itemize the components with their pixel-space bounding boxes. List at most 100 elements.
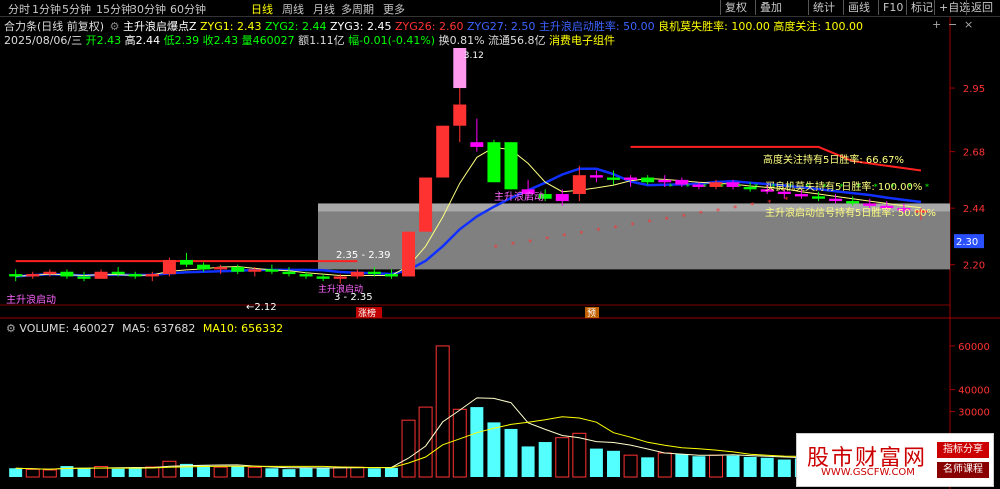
volume-axis-label: 40000 [958,386,990,397]
info-line-2: 2025/08/06/三 开2.43 高2.44 低2.39 收2.43 量46… [4,32,615,48]
gear-icon[interactable]: ⚙ [6,322,16,335]
volume-bar [213,466,228,478]
volume-bar [9,468,23,477]
volume-bar [60,466,74,477]
sar-dot: * [511,241,515,250]
candle-body [419,177,433,232]
sar-dot: * [545,235,549,244]
candle-body [333,276,347,279]
ma5-label: MA5: 637682 [122,322,196,335]
candle-body [265,269,279,272]
candle-body [607,177,620,180]
sar-dot: * [579,229,583,238]
candle-body [60,271,74,277]
volume-axis-label: 30000 [958,407,990,418]
green-dot: * [737,182,741,191]
ma10-label: MA10: 656332 [202,322,284,335]
zoom-in-icon[interactable]: + [932,18,941,31]
sector-link[interactable]: 消费电子组件 [549,34,615,47]
watermark-tag-2: 名师课程 [937,462,989,478]
candle-body [350,271,364,277]
sar-dot: * [528,238,532,247]
candle-body [316,276,330,279]
volume-bar [384,467,398,477]
sar-dot: * [784,195,788,204]
peak-label: 3.12 [464,51,484,61]
candle-body [624,177,638,180]
candle-body [145,274,159,277]
price-axis-label: 2.20 [963,261,985,272]
candle-body [811,196,825,199]
candle-body [197,264,211,270]
volume-bar [299,467,313,477]
chart-canvas[interactable]: 2.95 2.68 2.44 2.20 2.30 3.12 * * * * * * * * * * * * * * * *… [0,0,1000,489]
current-price-label: 2.30 [956,237,978,248]
sar-dot: * [699,210,703,219]
volume-bar [504,428,518,477]
volume-bar [350,466,365,478]
volume-bar [25,468,40,478]
volume-bar [521,446,535,477]
volume-bar [111,468,125,477]
float-value: 流通56.8亿 [488,34,546,47]
volume-bar [42,469,57,478]
volume-bar [692,456,706,477]
volume-bar [401,419,416,478]
candle-body [77,276,91,279]
candle-body [111,271,125,275]
sar-dot: * [733,204,737,213]
sar-dot: * [631,221,635,230]
close-value: 收2.43 [202,34,239,47]
open-value: 开2.43 [85,34,122,47]
volume-bar [197,465,211,477]
candle-body [794,194,808,197]
focus-rate-note: 高度关注持有5日胜率: 66.67% [763,153,904,166]
candle-body [846,201,860,204]
sar-dot: * [562,232,566,241]
candle-body [248,269,262,272]
limit-tag: 涨榜 [358,307,376,319]
volume-bar [77,467,91,477]
volume-bar [333,466,348,478]
main-rate-note: 主升浪启动信号持有5日胜率: 50.00% [765,206,936,219]
candle-body [402,231,416,277]
candle-body [94,271,108,279]
green-dot: * [703,182,707,191]
candle-body [128,274,142,277]
candle-body [572,175,586,195]
candle-body [487,142,501,183]
high-value: 高2.44 [124,34,161,47]
volume-bar [435,345,450,478]
good-rate-value: 良机莫失胜率: 100.00 [658,20,770,33]
volume-bar [708,454,723,478]
low-value: 低2.39 [163,34,200,47]
sar-dot: * [494,244,498,253]
volume-bar [418,406,433,478]
volume-bar [128,468,142,477]
volume-bar [726,455,740,477]
candle-body [9,274,23,277]
candle-body [26,274,40,277]
pre-tag: 预 [587,308,596,319]
green-dot: * [754,182,758,191]
amount-value: 额1.11亿 [298,34,345,47]
low-price-mark: ←2.12 [246,302,277,313]
turnover-value: 换0.81% [438,34,485,47]
change-value: 幅-0.01(-0.41%) [348,34,436,47]
volume-bar [282,469,296,477]
sar-dot: * [648,218,652,227]
zoom-out-icon[interactable]: − [948,18,957,31]
candle-body [43,271,57,275]
close-icon[interactable]: × [964,18,973,31]
good-rate-note: 买良机莫失持有5日胜率: 100.00% [765,180,922,193]
sar-dot: * [767,198,771,207]
volume-bar [247,466,262,478]
volume-bar [316,467,330,477]
volume-info: ⚙ VOLUME: 460027 MA5: 637682 MA10: 65633… [6,322,283,335]
price-axis-label: 2.44 [963,204,985,215]
volume-axis-label: 60000 [958,342,990,353]
candle-body [641,177,655,183]
candle-body [367,271,381,275]
candle-body [863,203,877,206]
volume-value: 量460027 [241,34,295,47]
